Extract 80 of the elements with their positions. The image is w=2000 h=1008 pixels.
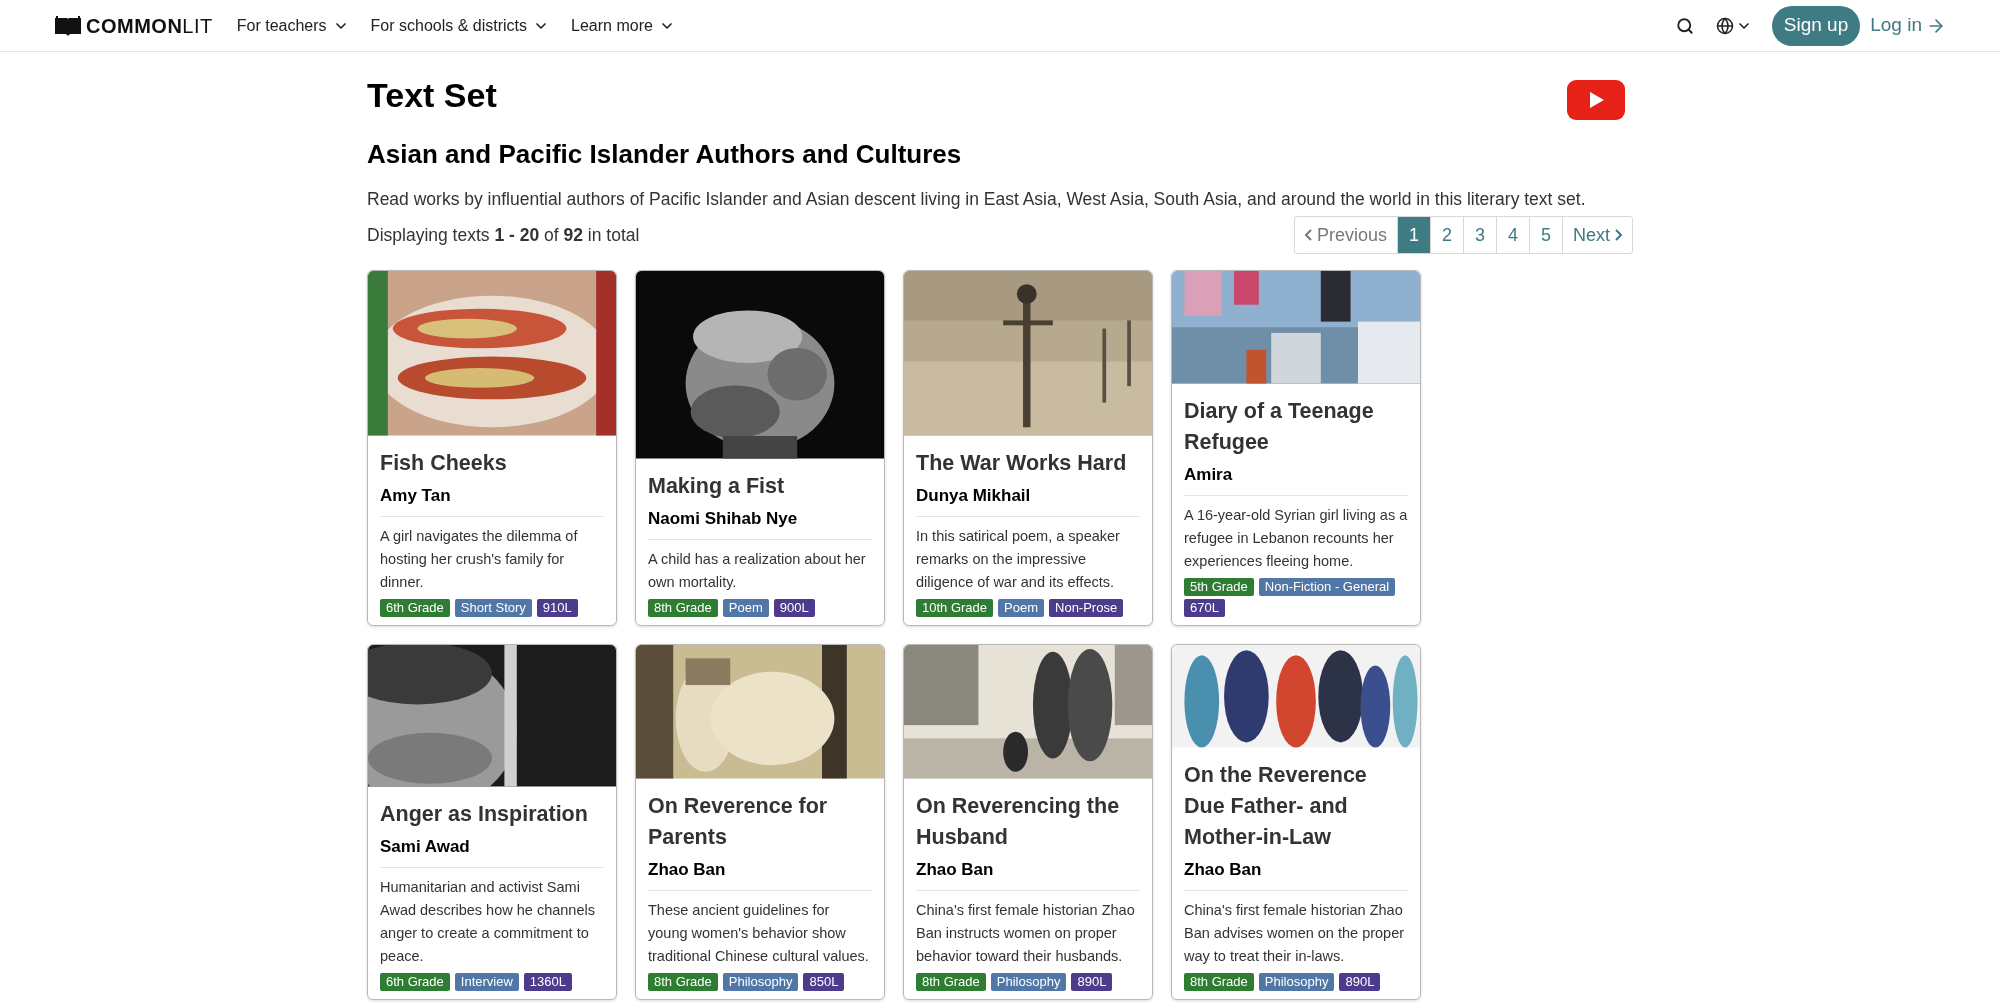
- page-button[interactable]: 4: [1496, 217, 1530, 254]
- tag: Philosophy: [1258, 973, 1335, 992]
- card-summary: Humanitarian and activist Sami Awad describes how he channels anger to create a commitment to peace.: [380, 878, 596, 967]
- page-button[interactable]: 1: [1397, 217, 1431, 254]
- chevron-right-icon: [1615, 229, 1622, 242]
- tag: 900L: [773, 599, 815, 618]
- globe-icon: [1715, 16, 1734, 35]
- author-name: Sami Awad: [380, 833, 604, 869]
- card-summary: China's first female historian Zhao Ban advises women on the proper way to treat their in-laws.: [1184, 901, 1406, 967]
- video-icon[interactable]: [1567, 80, 1625, 120]
- card-summary: A girl navigates the dilemma of hosting her crush's family for dinner.: [380, 527, 579, 593]
- card-summary: A child has a realization about her own mortality.: [648, 550, 867, 593]
- tag: 8th Grade: [1184, 973, 1254, 992]
- author-name: Dunya Mikhail: [916, 482, 1140, 518]
- author-name: Amy Tan: [380, 482, 604, 518]
- tag: 5th Grade: [1184, 578, 1254, 597]
- text-card[interactable]: Anger as Inspiration Sami Awad Humanitarian and activist Sami Awad describes how he channels anger to create a commitment to peace. 6th Grade Interview 1360L: [367, 644, 617, 1001]
- set-title: Asian and Pacific Islander Authors and Cultures: [367, 138, 963, 171]
- nav-menu[interactable]: For schools & districts: [370, 13, 550, 38]
- tag: 8th Grade: [916, 973, 986, 992]
- tag: 1360L: [523, 973, 572, 992]
- nav-menu[interactable]: Learn more: [571, 13, 675, 38]
- author-name: Zhao Ban: [916, 856, 1140, 892]
- logo-text[interactable]: COMMONLIT: [86, 10, 213, 41]
- card-summary: In this satirical poem, a speaker remarks on the impressive diligence of war and its effects.: [916, 527, 1121, 593]
- sign-up-button[interactable]: Sign up: [1771, 5, 1861, 46]
- previous-button[interactable]: Previous: [1294, 217, 1398, 254]
- tag: 670L: [1184, 599, 1225, 618]
- tag: Philosophy: [722, 973, 799, 992]
- tag: 10th Grade: [916, 599, 994, 618]
- set-description: Read works by influential authors of Pacific Islander and Asian descent living in East Asia, West Asia, South Asia, and around the world in this literary text set.: [367, 188, 1587, 211]
- card-title[interactable]: Fish Cheeks: [380, 447, 604, 479]
- card-summary: These ancient guidelines for young women's behavior show traditional Chinese cultural values.: [648, 901, 870, 967]
- language-menu[interactable]: [1715, 16, 1752, 35]
- book-icon[interactable]: [54, 14, 82, 37]
- text-card[interactable]: The War Works Hard Dunya Mikhail In this satirical poem, a speaker remarks on the impressive diligence of war and its effects. 10th Grade Poem Non-Prose: [903, 270, 1153, 627]
- text-card[interactable]: Diary of a Teenage Refugee Amira A 16-year-old Syrian girl living as a refugee in Lebanon recounts her experiences fleeing home. 5th Grade Non-Fiction - General 670L: [1171, 270, 1421, 627]
- page-button[interactable]: 3: [1463, 217, 1497, 254]
- page-button[interactable]: 5: [1529, 217, 1563, 254]
- tag: Philosophy: [990, 973, 1067, 992]
- chevron-left-icon: [1304, 229, 1312, 242]
- tag: Short Story: [454, 599, 532, 618]
- author-name: Naomi Shihab Nye: [648, 505, 872, 541]
- page-button[interactable]: 2: [1430, 217, 1464, 254]
- tag: 890L: [1071, 973, 1113, 992]
- tag: 8th Grade: [648, 973, 718, 992]
- tag: 6th Grade: [380, 599, 450, 618]
- card-summary: A 16-year-old Syrian girl living as a refugee in Lebanon recounts her experiences fleeing home.: [1184, 506, 1408, 572]
- text-card[interactable]: On the Reverence Due Father- and Mother-in-Law Zhao Ban China's first female historian Zhao Ban advises women on the proper way to treat their in-laws. 8th Grade Philosophy 890L: [1171, 644, 1421, 1001]
- author-name: Zhao Ban: [1184, 856, 1408, 892]
- tag: 890L: [1339, 973, 1381, 992]
- results-count: Displaying texts 1 - 20 of 92 in total: [367, 224, 640, 248]
- tag: 8th Grade: [648, 599, 718, 618]
- card-title[interactable]: On Reverence for Parents: [648, 790, 872, 853]
- text-card[interactable]: On Reverencing the Husband Zhao Ban China's first female historian Zhao Ban instructs women on proper behavior toward their husbands. 8th Grade Philosophy 890L: [903, 644, 1153, 1001]
- page-title: Text Set: [367, 75, 497, 116]
- next-button[interactable]: Next: [1563, 217, 1632, 254]
- tag: Non-Fiction - General: [1258, 578, 1396, 597]
- card-summary: China's first female historian Zhao Ban instructs women on proper behavior toward their husbands.: [916, 901, 1136, 967]
- tag: Non-Prose: [1049, 599, 1124, 618]
- tag: Poem: [998, 599, 1044, 618]
- nav-menu[interactable]: For teachers: [236, 13, 349, 38]
- tag: Interview: [454, 973, 519, 992]
- author-name: Amira: [1184, 461, 1408, 497]
- card-title[interactable]: On the Reverence Due Father- and Mother-in-Law: [1184, 759, 1408, 853]
- card-title[interactable]: Diary of a Teenage Refugee: [1184, 395, 1408, 458]
- tag: 910L: [536, 599, 578, 618]
- card-title[interactable]: Anger as Inspiration: [380, 798, 604, 830]
- search-icon[interactable]: [1675, 16, 1694, 35]
- tag: 850L: [803, 973, 845, 992]
- author-name: Zhao Ban: [648, 856, 872, 892]
- card-title[interactable]: Making a Fist: [648, 470, 872, 502]
- text-card[interactable]: On Reverence for Parents Zhao Ban These ancient guidelines for young women's behavior show traditional Chinese cultural values. 8th Grade Philosophy 850L: [635, 644, 885, 1001]
- text-card[interactable]: Fish Cheeks Amy Tan A girl navigates the dilemma of hosting her crush's family for dinner. 6th Grade Short Story 910L: [367, 270, 617, 627]
- tag: 6th Grade: [380, 973, 450, 992]
- log-in-link[interactable]: Log in: [1870, 11, 1946, 40]
- card-title[interactable]: On Reverencing the Husband: [916, 790, 1140, 853]
- card-title[interactable]: The War Works Hard: [916, 447, 1140, 479]
- text-card[interactable]: Making a Fist Naomi Shihab Nye A child has a realization about her own mortality. 8th Grade Poem 900L: [635, 270, 885, 627]
- tag: Poem: [722, 599, 769, 618]
